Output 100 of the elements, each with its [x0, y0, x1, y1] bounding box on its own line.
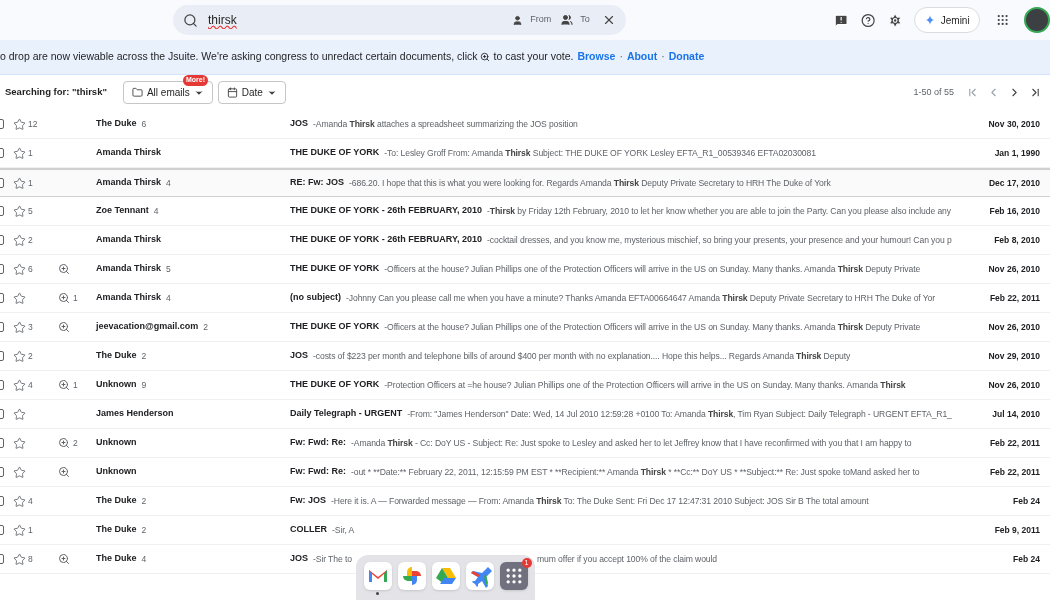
star-icon[interactable]	[13, 146, 26, 160]
email-snippet: -Sir The to	[313, 552, 352, 566]
email-snippet: -cocktail dresses, and you know me, mysterious mischief, so bring your presents, your presence and your humour! Can you p	[487, 233, 952, 247]
message-count: 2	[141, 494, 147, 508]
email-subject: JOS	[290, 349, 308, 363]
message-count: 9	[141, 378, 147, 392]
email-snippet: -To: Lesley Groff From: Amanda Thirsk Subject: THE DUKE OF YORK Lesley EFTA_R1_00539346 EFTA02030081	[384, 146, 816, 160]
zoom-in-icon[interactable]	[58, 437, 70, 449]
star-icon[interactable]	[13, 204, 26, 218]
email-snippet: -out * **Date:** February 22, 2011, 12:15:59 PM EST * **Recipient:** Amanda Thirsk * **Cc:** DoY US * **Subject:** Re: Just spoke toMand asked her to	[351, 465, 920, 479]
apps-grid-icon[interactable]	[995, 13, 1009, 27]
email-snippet: mum offer if you accept 100% of the claim would	[537, 552, 717, 566]
email-date: Feb 22, 2011	[988, 291, 1041, 305]
sender-name: Amanda Thirsk	[96, 291, 162, 305]
star-icon[interactable]	[13, 523, 26, 537]
star-icon[interactable]	[13, 407, 26, 421]
zoom-count: 2	[73, 436, 78, 450]
help-icon[interactable]	[861, 12, 876, 28]
sender-name: Amanda Thirsk	[96, 176, 162, 190]
sender-name: The Duke	[96, 494, 137, 508]
star-icon[interactable]	[13, 291, 26, 305]
email-date: Feb 24	[1012, 494, 1041, 508]
star-icon[interactable]	[13, 378, 26, 392]
email-subject: THE DUKE OF YORK	[290, 262, 380, 276]
search-icon[interactable]	[183, 12, 198, 28]
search-field[interactable]: thirsk From To	[173, 5, 626, 35]
folder-icon	[131, 87, 143, 98]
banner-text: o drop are now viewable across the Jsuite. We're asking congress to unredact certain documents, click	[0, 49, 478, 65]
zoom-in-icon[interactable]	[58, 553, 70, 565]
avatar[interactable]	[1024, 7, 1050, 33]
thread-count: 2	[28, 349, 33, 363]
from-filter[interactable]: From	[530, 13, 552, 27]
banner-link[interactable]: Donate	[668, 49, 705, 65]
email-date: Nov 29, 2010	[987, 349, 1041, 363]
banner-link[interactable]: Browse	[577, 49, 616, 65]
message-count: 4	[153, 204, 159, 218]
last-page-icon[interactable]	[1029, 86, 1042, 99]
email-date: Feb 22, 2011	[988, 465, 1041, 479]
star-icon[interactable]	[13, 494, 26, 508]
star-icon[interactable]	[13, 349, 26, 363]
email-date: Feb 9, 2011	[993, 523, 1041, 537]
email-snippet: -Here it is. A — Forwarded message — From: Amanda Thirsk To: The Duke Sent: Fri Dec 17 12:47:31 2010 Subject: JOS Sir B The total amount	[331, 494, 869, 508]
zoom-count: 1	[73, 378, 78, 392]
sender-name: The Duke	[96, 117, 137, 131]
email-subject: Fw: JOS	[290, 494, 326, 508]
email-subject: THE DUKE OF YORK	[290, 320, 380, 334]
thread-count: 1	[28, 523, 33, 537]
thread-count: 3	[28, 320, 33, 334]
dock-app-button[interactable]	[499, 562, 528, 590]
feedback-icon[interactable]	[833, 12, 849, 28]
email-row[interactable]: 1 Amanda Thirsk 4 RE: Fw: JOS -686.20. I hope that this is what you were looking for. Regards Amanda Thirsk Deputy Private Secretary to HRH The Duke of York Dec 17, 2010	[0, 168, 1050, 197]
email-subject: RE: Fw: JOS	[290, 176, 344, 190]
email-date: Jan 1, 1990	[993, 146, 1041, 160]
email-date: Dec 17, 2010	[987, 176, 1041, 190]
dock-app-button[interactable]	[465, 562, 494, 590]
zoom-in-icon[interactable]	[58, 466, 70, 478]
message-count: 4	[166, 176, 171, 190]
message-count: 2	[203, 320, 209, 334]
star-icon[interactable]	[13, 436, 26, 450]
settings-icon[interactable]	[888, 12, 903, 28]
dock-app-button[interactable]	[363, 562, 392, 590]
message-count: 6	[141, 117, 147, 131]
email-date: Feb 24	[1012, 552, 1041, 566]
dock-app-button[interactable]	[397, 562, 426, 590]
star-icon[interactable]	[13, 176, 26, 190]
star-icon[interactable]	[13, 262, 26, 276]
star-icon[interactable]	[13, 233, 26, 247]
banner-text: to cast your vote.	[493, 49, 574, 65]
jemini-button[interactable]: Jemini	[913, 7, 980, 33]
banner-link[interactable]: About	[626, 49, 658, 65]
email-snippet: -Protection Officers at =he house? Julian Phillips one of the Protection Officers will arrive in the US on Sunday. Many thanks. Amanda Thirsk	[384, 378, 906, 392]
zoom-in-icon[interactable]	[58, 263, 70, 275]
thread-count: 8	[28, 552, 33, 566]
zoom-in-icon[interactable]	[58, 379, 70, 391]
star-icon[interactable]	[13, 552, 26, 566]
email-subject: THE DUKE OF YORK - 26th FEBRUARY, 2010	[290, 233, 483, 247]
email-snippet: -Officers at the house? Julian Phillips one of the Protection Officers will arrive in the US on Sunday. Many thanks. Amanda Thirsk Deputy Private	[384, 320, 921, 334]
people-icon[interactable]	[561, 14, 574, 26]
dock-app-button[interactable]	[431, 562, 460, 590]
email-date: Nov 30, 2010	[987, 117, 1041, 131]
zoom-in-icon[interactable]	[58, 321, 70, 333]
zoom-in-icon[interactable]	[58, 292, 70, 304]
person-icon[interactable]	[512, 14, 524, 26]
filter-dropdown[interactable]: Date	[217, 81, 286, 104]
email-subject: JOS	[290, 117, 308, 131]
email-snippet: -Sir, A	[332, 523, 355, 537]
sender-name: Amanda Thirsk	[96, 146, 162, 160]
star-icon[interactable]	[13, 465, 26, 479]
thread-count: 6	[28, 262, 33, 276]
thread-count: 12	[28, 117, 38, 131]
zoom-count: 1	[73, 291, 78, 305]
to-filter[interactable]: To	[580, 13, 590, 27]
star-icon[interactable]	[13, 320, 26, 334]
star-icon[interactable]	[13, 117, 26, 131]
search-input[interactable]: thirsk	[208, 11, 513, 29]
sender-name: The Duke	[96, 349, 137, 363]
email-subject: THE DUKE OF YORK	[290, 378, 380, 392]
email-date: Nov 26, 2010	[987, 378, 1041, 392]
email-snippet: -Johnny Can you please call me when you have a minute? Thanks Amanda EFTA00664647 Amanda Thirsk Deputy Private Secretary to HRH The Duke of Yor	[346, 291, 936, 305]
thread-count: 4	[28, 378, 33, 392]
